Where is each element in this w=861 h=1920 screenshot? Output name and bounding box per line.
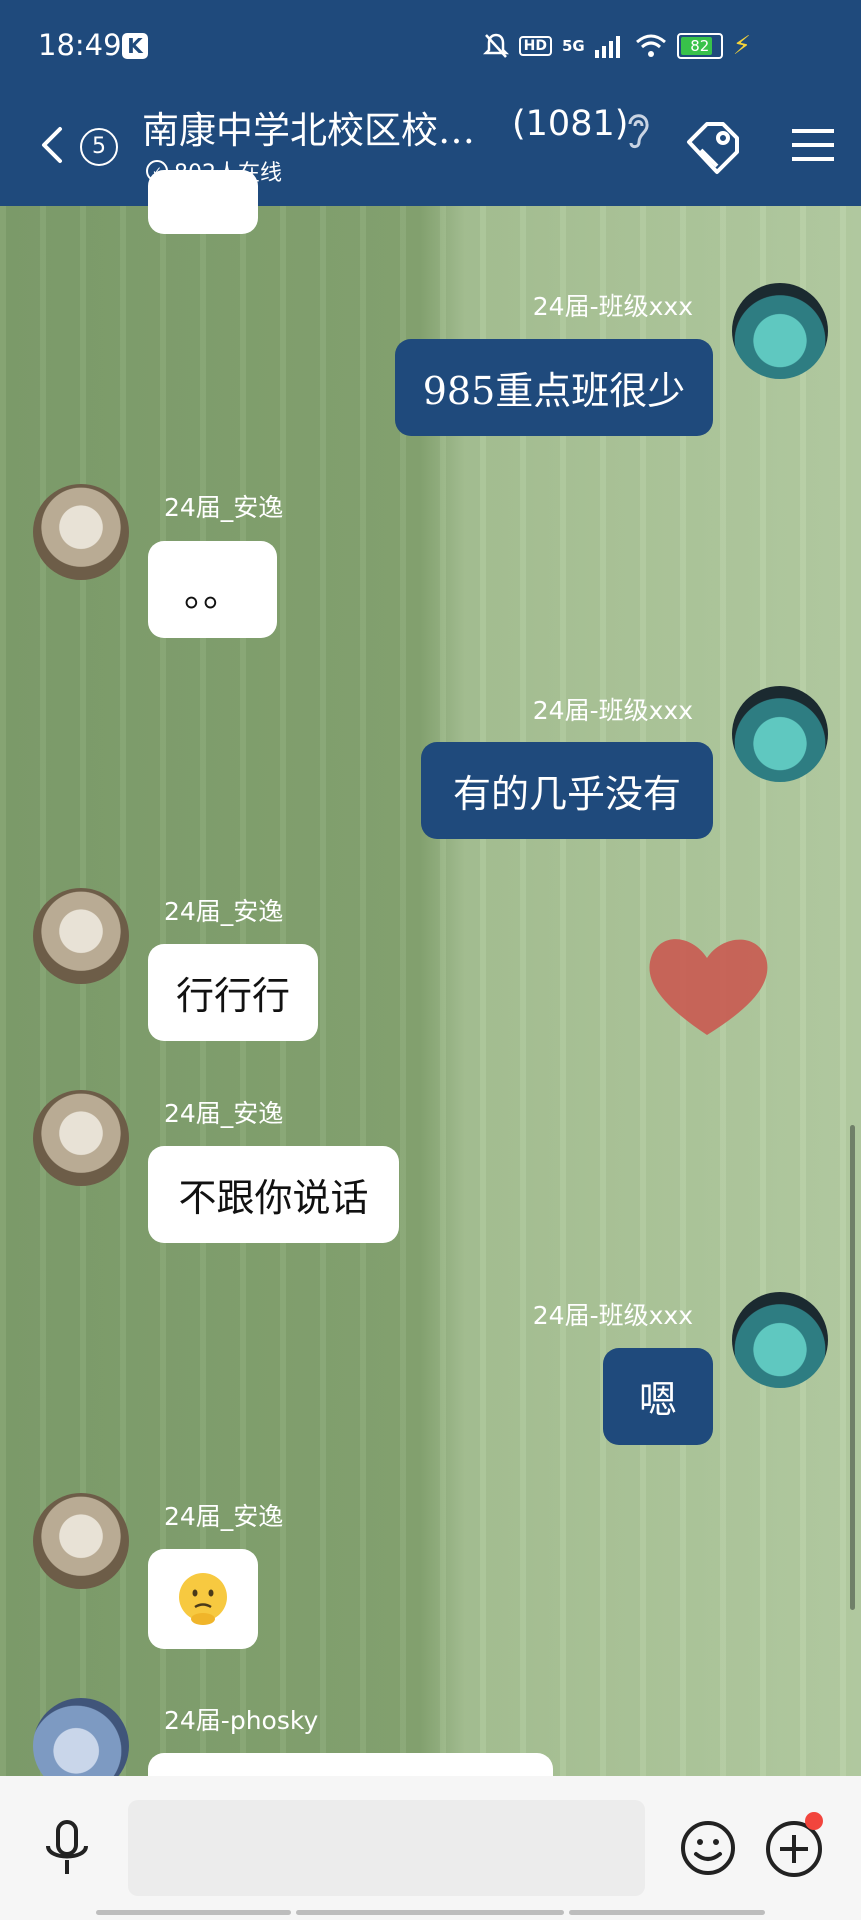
avatar[interactable] bbox=[732, 283, 828, 379]
emoji-icon[interactable] bbox=[680, 1820, 736, 1876]
home-indicator bbox=[569, 1910, 765, 1915]
message-bubble[interactable]: 985重点班很少 bbox=[395, 339, 713, 436]
message-bubble[interactable]: 行行行 bbox=[148, 944, 318, 1041]
status-time: 18:49 bbox=[38, 28, 122, 62]
battery-icon: 82 bbox=[676, 33, 723, 59]
tag-icon[interactable] bbox=[683, 118, 743, 178]
message-bubble[interactable]: 嗯 bbox=[603, 1348, 713, 1445]
avatar[interactable] bbox=[33, 1090, 129, 1186]
avatar[interactable] bbox=[33, 1493, 129, 1589]
unread-count-badge[interactable]: 5 bbox=[80, 128, 118, 166]
sender-name: 24届_安逸 bbox=[164, 493, 284, 522]
message-input[interactable] bbox=[128, 1800, 645, 1896]
app-badge-icon: K bbox=[122, 33, 148, 59]
network-badge: 5G bbox=[561, 37, 585, 55]
message-bubble[interactable]: 。。 bbox=[148, 541, 277, 638]
avatar[interactable] bbox=[33, 484, 129, 580]
sender-name: 24届-班级xxx bbox=[532, 292, 693, 321]
top-bar: 18:49 K HD 5G 82 ⚡ 5 南康中学北校区校… (1081) bbox=[0, 0, 861, 206]
charging-icon: ⚡ bbox=[732, 31, 751, 61]
message-bubble[interactable] bbox=[148, 1753, 553, 1776]
ear-icon[interactable] bbox=[622, 108, 652, 150]
sender-name: 24届-班级xxx bbox=[532, 1301, 693, 1330]
avatar[interactable] bbox=[732, 686, 828, 782]
sender-name: 24届_安逸 bbox=[164, 1099, 284, 1128]
home-indicator bbox=[296, 1910, 564, 1915]
signal-bars-icon bbox=[594, 36, 620, 58]
scrollbar[interactable] bbox=[850, 1125, 855, 1610]
hd-badge: HD bbox=[518, 36, 552, 56]
confused-emoji-icon bbox=[179, 1573, 227, 1625]
message-bubble-partial[interactable] bbox=[148, 170, 258, 234]
menu-icon[interactable] bbox=[792, 125, 834, 165]
status-icons: HD 5G 82 ⚡ bbox=[482, 30, 751, 62]
message-bubble[interactable]: 有的几乎没有 bbox=[421, 742, 713, 839]
battery-level: 82 bbox=[690, 37, 710, 55]
avatar[interactable] bbox=[33, 888, 129, 984]
wifi-icon bbox=[635, 34, 666, 57]
sender-name: 24届-班级xxx bbox=[532, 696, 693, 725]
sender-name: 24届_安逸 bbox=[164, 897, 284, 926]
message-bubble[interactable]: 不跟你说话 bbox=[148, 1146, 399, 1243]
member-count[interactable]: (1081) bbox=[512, 104, 628, 144]
sender-name: 24届-phosky bbox=[164, 1706, 319, 1735]
group-title[interactable]: 南康中学北校区校… bbox=[142, 100, 502, 154]
mute-bell-icon bbox=[482, 33, 509, 58]
home-indicator bbox=[96, 1910, 291, 1915]
heart-decoration bbox=[649, 939, 768, 1035]
mic-icon[interactable] bbox=[42, 1820, 92, 1876]
message-bubble[interactable] bbox=[148, 1549, 258, 1649]
sender-name: 24届_安逸 bbox=[164, 1502, 284, 1531]
notification-dot bbox=[805, 1812, 823, 1830]
back-arrow-icon[interactable] bbox=[38, 125, 68, 165]
avatar[interactable] bbox=[732, 1292, 828, 1388]
